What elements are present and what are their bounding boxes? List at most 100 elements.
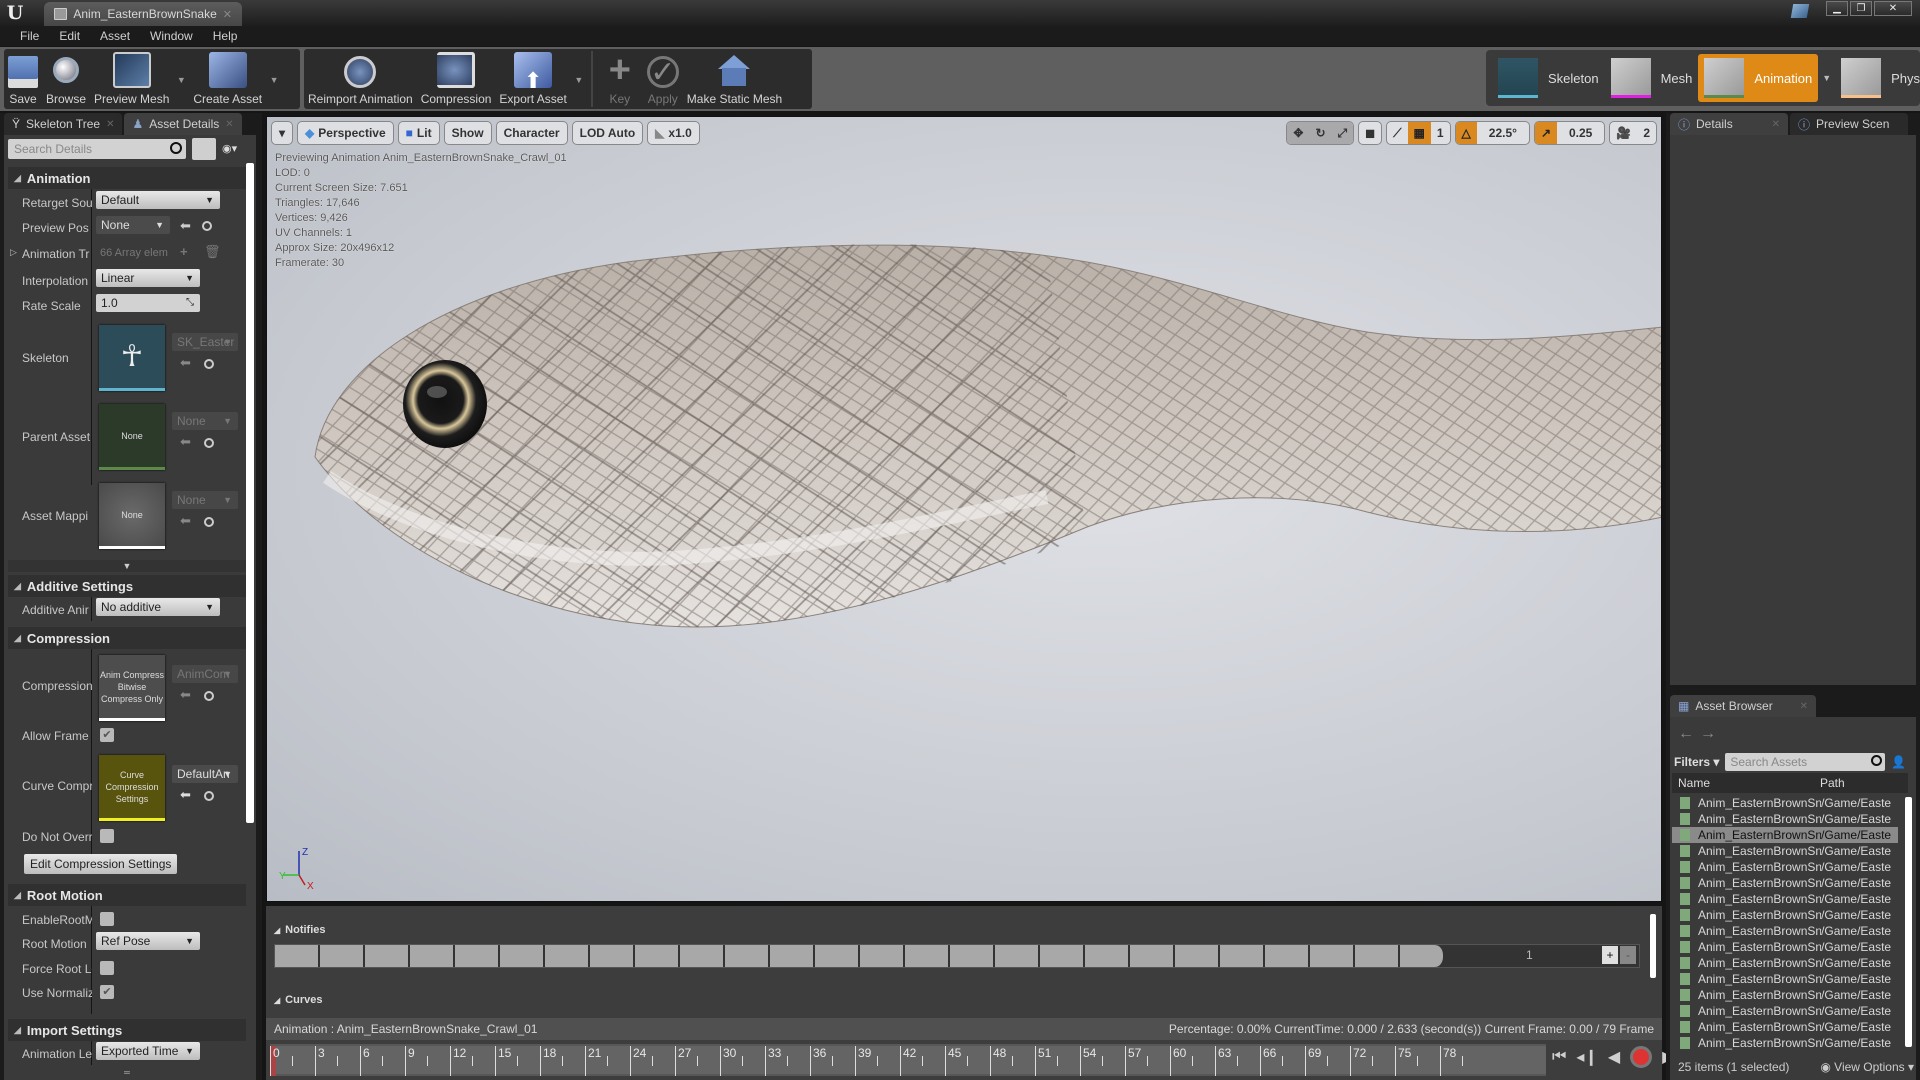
browse-asset-icon[interactable]: [204, 359, 214, 369]
rotate-mode-icon[interactable]: ↻: [1309, 122, 1332, 144]
curves-header[interactable]: ◢ Curves: [274, 994, 322, 1006]
delete-trash-icon[interactable]: 🗑: [204, 244, 221, 260]
notify-track-segment[interactable]: [860, 945, 905, 967]
user-filter-icon[interactable]: 👤: [1891, 755, 1906, 769]
notify-track-segment[interactable]: [1220, 945, 1265, 967]
make-static-mesh-button[interactable]: Make Static Mesh: [683, 51, 786, 109]
back-arrow-icon[interactable]: ←: [1678, 725, 1700, 742]
skip-to-start-icon[interactable]: ⏮: [1552, 1048, 1566, 1066]
mode-animation[interactable]: Animation: [1698, 54, 1819, 102]
retarget-source-dropdown[interactable]: Default ▼: [96, 191, 220, 209]
notify-track-segment[interactable]: [455, 945, 500, 967]
grid-snap-toggle-icon[interactable]: ▦: [1407, 122, 1431, 144]
asset-list-item[interactable]: Anim_EasternBrownSn/Game/Easte: [1672, 923, 1898, 939]
browse-asset-icon[interactable]: [204, 438, 214, 448]
menu-edit[interactable]: Edit: [49, 29, 90, 43]
notify-track-segment[interactable]: [500, 945, 545, 967]
asset-list-item[interactable]: Anim_EasternBrownSn/Game/Easte: [1672, 1003, 1898, 1019]
browse-asset-icon[interactable]: [204, 791, 214, 801]
camera-speed-value[interactable]: 2: [1637, 122, 1656, 144]
asset-list-item[interactable]: Anim_EasternBrownSn/Game/Easte: [1672, 827, 1898, 843]
menu-help[interactable]: Help: [203, 29, 248, 43]
do-not-override-checkbox[interactable]: [100, 829, 114, 843]
edit-compression-settings-button[interactable]: Edit Compression Settings: [24, 854, 178, 874]
apply-button[interactable]: ✓ Apply: [643, 51, 683, 109]
record-button[interactable]: [1630, 1046, 1653, 1068]
use-selected-arrow-icon[interactable]: ⬅: [180, 218, 191, 234]
notify-track-segment[interactable]: [1265, 945, 1310, 967]
create-asset-dropdown[interactable]: ▼: [266, 51, 282, 109]
asset-list-item[interactable]: Anim_EasternBrownSn/Game/Easte: [1672, 859, 1898, 875]
tab-skeleton-tree[interactable]: Ÿ Skeleton Tree ✕: [4, 113, 123, 135]
mode-skeleton[interactable]: Skeleton: [1492, 54, 1605, 102]
visibility-options-icon[interactable]: ◉▾: [222, 142, 252, 156]
compression-button[interactable]: Compression: [417, 51, 496, 109]
section-animation[interactable]: ◢ Animation: [8, 167, 246, 189]
create-asset-button[interactable]: Create Asset: [189, 51, 266, 109]
coordinate-space-button[interactable]: ◼: [1358, 121, 1383, 145]
close-window-button[interactable]: ✕: [1874, 1, 1912, 16]
notify-track-segment[interactable]: [1355, 945, 1400, 967]
use-selected-arrow-icon[interactable]: ⬅: [180, 687, 191, 703]
section-import-settings[interactable]: ◢ Import Settings: [8, 1019, 246, 1041]
document-tab[interactable]: Anim_EasternBrownSnake ✕: [44, 2, 242, 26]
close-tab-icon[interactable]: ✕: [223, 8, 232, 21]
notify-track-segment[interactable]: [1130, 945, 1175, 967]
rotation-snap-value[interactable]: 22.5°: [1477, 122, 1529, 144]
notify-track-segment[interactable]: [725, 945, 770, 967]
perspective-button[interactable]: ◆ Perspective: [297, 121, 394, 145]
column-name[interactable]: Name: [1672, 776, 1820, 790]
close-tab-icon[interactable]: ✕: [225, 119, 233, 130]
rotation-snap-toggle-icon[interactable]: △: [1455, 122, 1477, 144]
preview-pose-dropdown[interactable]: None ▼: [96, 216, 170, 234]
use-selected-arrow-icon[interactable]: ⬅: [180, 355, 191, 371]
add-element-icon[interactable]: +: [180, 244, 188, 259]
rate-scale-input[interactable]: 1.0 ⤡: [96, 294, 200, 312]
force-root-lock-checkbox[interactable]: [100, 961, 114, 975]
notify-track-segment[interactable]: [1400, 945, 1445, 967]
show-button[interactable]: Show: [443, 121, 492, 145]
compression-scheme-thumbnail[interactable]: Anim Compress Bitwise Compress Only: [99, 655, 165, 721]
remove-track-button[interactable]: -: [1620, 946, 1636, 964]
close-tab-icon[interactable]: ✕: [1772, 119, 1780, 130]
asset-list-item[interactable]: Anim_EasternBrownSn/Game/Easte: [1672, 1035, 1898, 1051]
curve-compression-thumbnail[interactable]: Curve Compression Settings: [99, 755, 165, 821]
show-advanced-button[interactable]: ═: [8, 1069, 246, 1077]
step-back-icon[interactable]: ◂❙: [1576, 1047, 1597, 1067]
close-tab-icon[interactable]: ✕: [106, 119, 114, 130]
browse-asset-icon[interactable]: [202, 221, 212, 231]
reimport-animation-button[interactable]: Reimport Animation: [304, 51, 417, 109]
timeline-scrollbar[interactable]: [1650, 914, 1656, 978]
browse-asset-icon[interactable]: [204, 691, 214, 701]
asset-list-item[interactable]: Anim_EasternBrownSn/Game/Easte: [1672, 971, 1898, 987]
use-selected-arrow-icon[interactable]: ⬅: [180, 513, 191, 529]
lod-auto-button[interactable]: LOD Auto: [571, 121, 644, 145]
export-asset-button[interactable]: ⬆ Export Asset: [495, 51, 570, 109]
viewport-options-dropdown[interactable]: ▾: [271, 121, 294, 145]
asset-list-scrollbar[interactable]: [1905, 797, 1912, 1047]
grid-snap-value[interactable]: 1: [1431, 122, 1450, 144]
save-button[interactable]: Save: [4, 51, 42, 109]
key-button[interactable]: + Key: [597, 49, 643, 109]
asset-list-item[interactable]: Anim_EasternBrownSn/Game/Easte: [1672, 955, 1898, 971]
show-advanced-button[interactable]: ▼: [8, 560, 246, 572]
timeline-scrubber[interactable]: 0 3 6 9 12 15 18 21 24 27 30 33 36 39 42 45 48 51 54 57 60 63…: [270, 1044, 1546, 1076]
play-reverse-icon[interactable]: ◀: [1608, 1047, 1620, 1067]
notify-track-segment[interactable]: [545, 945, 590, 967]
asset-list-item[interactable]: Anim_EasternBrownSn/Game/Easte: [1672, 987, 1898, 1003]
asset-list-item[interactable]: Anim_EasternBrownSn/Game/Easte: [1672, 907, 1898, 923]
notifies-header[interactable]: ◢ Notifies: [274, 924, 326, 936]
allow-frame-checkbox[interactable]: ✔: [100, 728, 114, 742]
playback-speed-button[interactable]: ◣ x1.0: [647, 121, 700, 145]
tab-asset-details[interactable]: ♟ Asset Details ✕: [124, 113, 242, 135]
parent-asset-dropdown[interactable]: None ▼: [172, 412, 238, 430]
notify-track-segment[interactable]: [365, 945, 410, 967]
column-path[interactable]: Path: [1820, 776, 1900, 790]
preview-mesh-button[interactable]: Preview Mesh: [90, 51, 173, 109]
section-root-motion[interactable]: ◢ Root Motion: [8, 884, 246, 906]
search-assets-input[interactable]: Search Assets: [1725, 753, 1886, 771]
scale-snap-value[interactable]: 0.25: [1557, 122, 1604, 144]
use-selected-arrow-icon[interactable]: ⬅: [180, 434, 191, 450]
details-scrollbar[interactable]: [246, 163, 254, 823]
view-options-button[interactable]: ◉ View Options ▾: [1820, 1060, 1914, 1074]
